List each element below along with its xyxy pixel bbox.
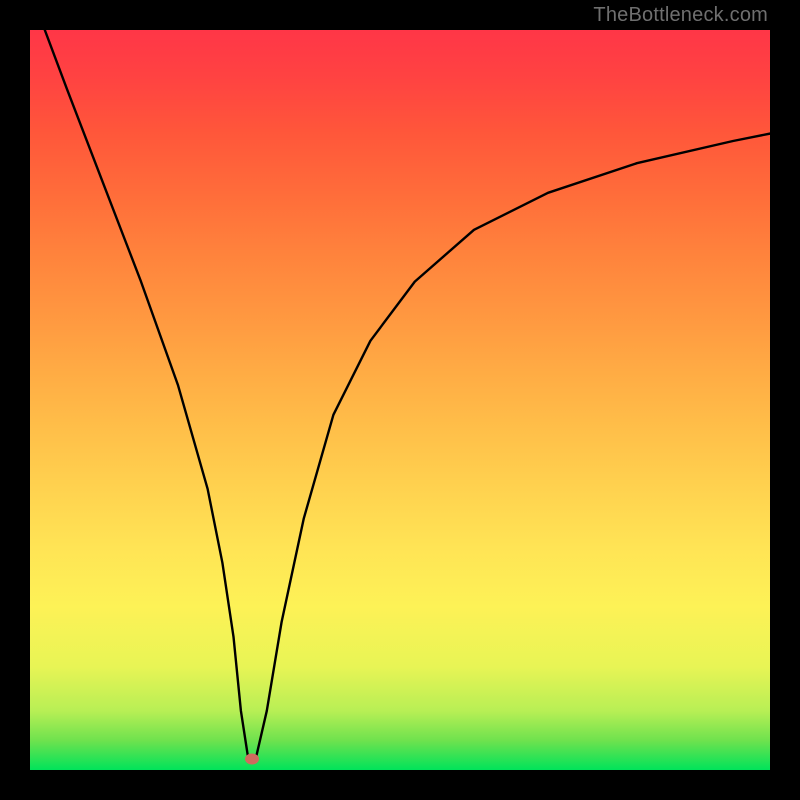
- minimum-marker: [245, 753, 259, 764]
- watermark-text: TheBottleneck.com: [593, 4, 768, 27]
- chart-frame: [30, 30, 770, 770]
- bottleneck-curve: [30, 30, 770, 770]
